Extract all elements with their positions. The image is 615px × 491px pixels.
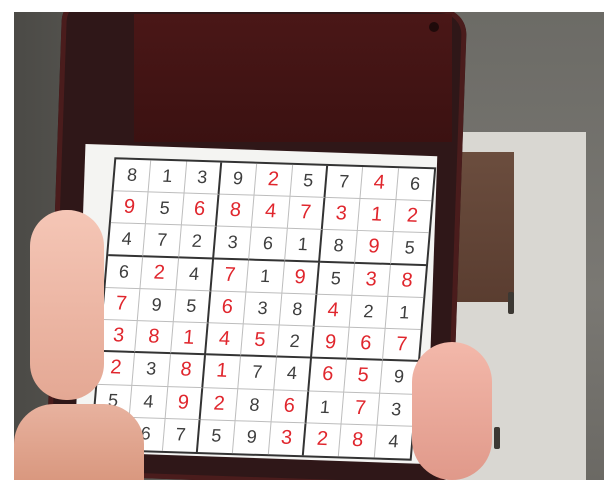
- sudoku-cell: 8: [235, 388, 274, 423]
- sudoku-cell: 1: [246, 260, 285, 294]
- sudoku-cell: 7: [211, 259, 250, 293]
- sudoku-cell: 5: [317, 262, 356, 296]
- sudoku-cell: 2: [393, 200, 432, 234]
- sudoku-cell: 5: [390, 232, 429, 266]
- sudoku-cell: 4: [387, 431, 400, 452]
- sudoku-cell: 9: [233, 420, 272, 455]
- sudoku-cell: 2: [276, 325, 315, 359]
- sudoku-cell: 3: [132, 353, 171, 387]
- sudoku-cell: 1: [284, 229, 323, 263]
- sudoku-cell: 1: [148, 160, 187, 194]
- sudoku-cell: 3: [377, 393, 416, 427]
- sudoku-cell: 3: [100, 320, 139, 354]
- sudoku-cell: 7: [238, 356, 277, 390]
- sudoku-cell: 6: [208, 291, 247, 325]
- sudoku-cell: 1: [306, 391, 345, 425]
- sudoku-cell: 4: [273, 357, 312, 392]
- sudoku-cell: 7: [162, 418, 201, 453]
- sudoku-cell: 6: [249, 228, 288, 262]
- sudoku-cell: 5: [290, 164, 329, 199]
- sudoku-cell: 1: [385, 296, 424, 331]
- sudoku-cell: 2: [178, 225, 217, 260]
- sudoku-cell: 5: [197, 419, 236, 454]
- sudoku-cell: 3: [184, 161, 223, 195]
- sudoku-cell: 9: [355, 231, 394, 265]
- sudoku-cell: 6: [347, 327, 386, 362]
- sudoku-cell: 5: [344, 359, 383, 394]
- sudoku-cell: 5: [173, 290, 212, 324]
- sudoku-cell: 7: [325, 165, 364, 200]
- sudoku-cell: 3: [268, 422, 307, 456]
- sudoku-cell: 5: [146, 192, 185, 226]
- right-thumb: [412, 342, 492, 480]
- cabinet-handle: [508, 292, 514, 314]
- sudoku-cell: 8: [113, 159, 152, 193]
- sudoku-cell: 3: [352, 263, 391, 297]
- sudoku-cell: 8: [167, 354, 206, 388]
- sudoku-cell: 2: [200, 387, 239, 421]
- left-thumb: [30, 210, 104, 400]
- sudoku-cell: 4: [314, 294, 353, 328]
- sudoku-cell: 4: [129, 385, 168, 419]
- sudoku-cell: 9: [311, 326, 350, 360]
- sudoku-cell: 4: [252, 195, 291, 230]
- sudoku-grid: 8139257469568473124723618956247195387956…: [89, 157, 437, 461]
- sudoku-cell: 2: [140, 256, 179, 291]
- photo-scene: 8139257469568473124723618956247195387956…: [14, 12, 604, 480]
- sudoku-cell: 8: [320, 230, 359, 264]
- phone-screen-top-area: [134, 14, 452, 142]
- sudoku-cell: 1: [203, 355, 242, 389]
- sudoku-cell: 7: [143, 224, 182, 258]
- sudoku-cell: 4: [205, 323, 244, 357]
- sudoku-cell: 6: [105, 255, 144, 290]
- sudoku-cell: 6: [271, 389, 310, 424]
- sudoku-cell: 8: [339, 424, 378, 458]
- sudoku-cell: 7: [102, 287, 141, 322]
- sudoku-cell: 1: [170, 322, 209, 356]
- sudoku-cell: 4: [360, 167, 399, 201]
- cabinet-handle: [494, 427, 500, 449]
- sudoku-cell: 2: [254, 163, 293, 198]
- sudoku-cell: 6: [181, 193, 220, 227]
- sudoku-cell: 9: [165, 386, 204, 420]
- sudoku-cell: 8: [216, 194, 255, 229]
- sudoku-cell: 8: [135, 321, 174, 355]
- sudoku-cell: 7: [341, 392, 380, 426]
- sudoku-cell: 4: [176, 257, 215, 292]
- sudoku-cell: 3: [322, 198, 361, 232]
- sudoku-cell: 9: [219, 162, 258, 196]
- sudoku-cell: 9: [110, 191, 149, 225]
- sudoku-cell: 9: [281, 261, 321, 295]
- sudoku-cell: 6: [396, 168, 435, 202]
- sudoku-cell: 5: [241, 324, 280, 358]
- sudoku-cell: 6: [309, 358, 348, 393]
- left-hand: [14, 404, 144, 480]
- sudoku-cell: 7: [287, 197, 326, 231]
- sudoku-cell: 8: [387, 264, 426, 298]
- camera-icon: [429, 22, 439, 32]
- sudoku-cell: 2: [303, 423, 342, 457]
- sudoku-cell: 9: [138, 289, 177, 323]
- sudoku-cell: 2: [349, 295, 388, 329]
- sudoku-cell: 1: [358, 199, 397, 233]
- sudoku-cell: 3: [243, 292, 282, 326]
- sudoku-cell: 8: [279, 293, 318, 327]
- sudoku-cell: 7: [382, 328, 421, 363]
- sudoku-cell: 3: [214, 226, 253, 261]
- sudoku-cell: 4: [108, 223, 147, 257]
